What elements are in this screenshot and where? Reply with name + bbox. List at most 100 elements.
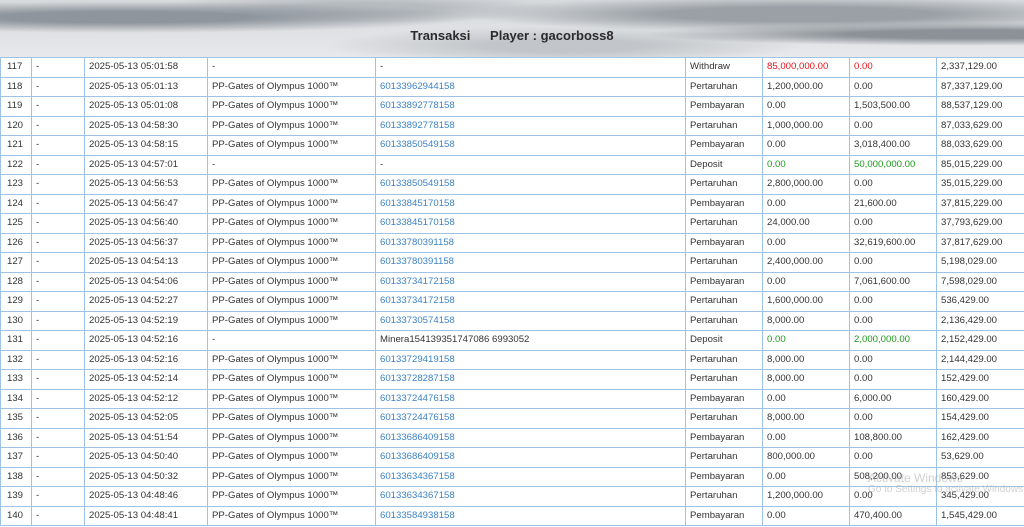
row-type: Pertaruhan [685, 349, 763, 370]
row-reference[interactable]: 60133729419158 [375, 349, 686, 370]
row-reference[interactable]: 60133724476158 [375, 408, 686, 429]
row-balance: 2,337,129.00 [936, 57, 1024, 78]
row-reference[interactable]: 60133728287158 [375, 369, 686, 390]
row-reference: Minera154139351747086 6993052 [375, 330, 686, 351]
row-balance: 88,537,129.00 [936, 96, 1024, 117]
row-flag: - [31, 115, 85, 136]
row-reference[interactable]: 60133734172158 [375, 291, 686, 312]
row-balance: 162,429.00 [936, 427, 1024, 448]
row-game: PP-Gates of Olympus 1000™ [207, 310, 376, 331]
row-number: 124 [0, 193, 32, 214]
row-reference[interactable]: 60133850549158 [375, 135, 686, 156]
row-game: - [207, 154, 376, 175]
page-title: Transaksi Player : gacorboss8 [0, 28, 1024, 44]
row-flag: - [31, 447, 85, 468]
row-date: 2025-05-13 04:58:30 [84, 115, 208, 136]
row-flag: - [31, 57, 85, 78]
row-reference[interactable]: 60133584938158 [375, 505, 686, 526]
row-debit: 24,000.00 [762, 213, 850, 234]
row-game: PP-Gates of Olympus 1000™ [207, 232, 376, 253]
table-row: 138-2025-05-13 04:50:32 PP-Gates of Olymp… [0, 466, 1024, 487]
row-date: 2025-05-13 04:54:13 [84, 252, 208, 273]
row-balance: 152,429.00 [936, 369, 1024, 390]
row-credit: 0.00 [849, 291, 937, 312]
table-row: 133-2025-05-13 04:52:14 PP-Gates of Olymp… [0, 369, 1024, 390]
row-balance: 1,545,429.00 [936, 505, 1024, 526]
row-type: Pertaruhan [685, 291, 763, 312]
row-balance: 85,015,229.00 [936, 154, 1024, 175]
table-row: 130-2025-05-13 04:52:19 PP-Gates of Olymp… [0, 310, 1024, 331]
player-label: Player : gacorboss8 [490, 28, 614, 43]
row-number: 139 [0, 486, 32, 507]
row-credit: 0.00 [849, 447, 937, 468]
row-type: Pembayaran [685, 271, 763, 292]
row-flag: - [31, 76, 85, 97]
row-flag: - [31, 427, 85, 448]
row-number: 121 [0, 135, 32, 156]
row-type: Pertaruhan [685, 447, 763, 468]
row-debit: 8,000.00 [762, 369, 850, 390]
row-debit: 0.00 [762, 330, 850, 351]
row-credit: 108,800.00 [849, 427, 937, 448]
table-row: 124-2025-05-13 04:56:47 PP-Gates of Olymp… [0, 193, 1024, 214]
row-type: Pembayaran [685, 505, 763, 526]
row-game: PP-Gates of Olympus 1000™ [207, 271, 376, 292]
row-date: 2025-05-13 04:56:40 [84, 213, 208, 234]
row-reference[interactable]: 60133850549158 [375, 174, 686, 195]
row-reference[interactable]: 60133962944158 [375, 76, 686, 97]
row-date: 2025-05-13 04:51:54 [84, 427, 208, 448]
row-date: 2025-05-13 05:01:08 [84, 96, 208, 117]
row-reference[interactable]: 60133892778158 [375, 96, 686, 117]
row-reference[interactable]: 60133780391158 [375, 232, 686, 253]
row-debit: 0.00 [762, 505, 850, 526]
row-credit: 0.00 [849, 349, 937, 370]
row-number: 128 [0, 271, 32, 292]
row-debit: 1,600,000.00 [762, 291, 850, 312]
page-header: Transaksi Player : gacorboss8 [0, 0, 1024, 57]
row-credit: 0.00 [849, 369, 937, 390]
row-date: 2025-05-13 04:56:53 [84, 174, 208, 195]
row-reference[interactable]: 60133686409158 [375, 427, 686, 448]
row-game: PP-Gates of Olympus 1000™ [207, 193, 376, 214]
row-reference[interactable]: 60133634367158 [375, 486, 686, 507]
row-date: 2025-05-13 04:52:16 [84, 330, 208, 351]
row-date: 2025-05-13 04:48:46 [84, 486, 208, 507]
row-credit: 0.00 [849, 76, 937, 97]
row-flag: - [31, 154, 85, 175]
row-date: 2025-05-13 04:52:19 [84, 310, 208, 331]
table-row: 126-2025-05-13 04:56:37 PP-Gates of Olymp… [0, 232, 1024, 253]
row-date: 2025-05-13 04:48:41 [84, 505, 208, 526]
row-balance: 37,817,629.00 [936, 232, 1024, 253]
row-credit: 3,018,400.00 [849, 135, 937, 156]
row-reference[interactable]: 60133892778158 [375, 115, 686, 136]
row-number: 129 [0, 291, 32, 312]
row-reference[interactable]: 60133845170158 [375, 193, 686, 214]
row-reference[interactable]: 60133734172158 [375, 271, 686, 292]
row-reference[interactable]: 60133730574158 [375, 310, 686, 331]
row-debit: 0.00 [762, 154, 850, 175]
row-credit: 508,200.00 [849, 466, 937, 487]
row-number: 122 [0, 154, 32, 175]
row-date: 2025-05-13 04:56:37 [84, 232, 208, 253]
row-date: 2025-05-13 04:50:32 [84, 466, 208, 487]
row-reference[interactable]: 60133686409158 [375, 447, 686, 468]
row-game: PP-Gates of Olympus 1000™ [207, 369, 376, 390]
row-reference[interactable]: 60133724476158 [375, 388, 686, 409]
row-reference[interactable]: 60133634367158 [375, 466, 686, 487]
row-credit: 0.00 [849, 252, 937, 273]
row-date: 2025-05-13 04:58:15 [84, 135, 208, 156]
row-type: Pertaruhan [685, 213, 763, 234]
row-flag: - [31, 349, 85, 370]
row-game: - [207, 57, 376, 78]
row-type: Pembayaran [685, 427, 763, 448]
table-row: 128-2025-05-13 04:54:06 PP-Gates of Olymp… [0, 271, 1024, 292]
row-game: PP-Gates of Olympus 1000™ [207, 213, 376, 234]
row-number: 120 [0, 115, 32, 136]
row-reference[interactable]: 60133845170158 [375, 213, 686, 234]
row-number: 132 [0, 349, 32, 370]
row-type: Deposit [685, 330, 763, 351]
table-row: 139-2025-05-13 04:48:46 PP-Gates of Olymp… [0, 486, 1024, 507]
row-reference[interactable]: 60133780391158 [375, 252, 686, 273]
row-number: 123 [0, 174, 32, 195]
row-game: - [207, 330, 376, 351]
